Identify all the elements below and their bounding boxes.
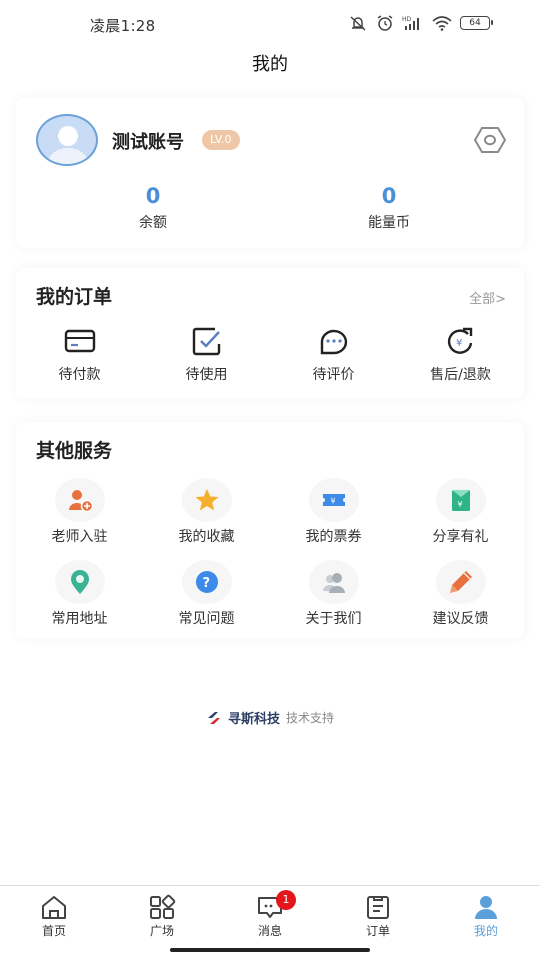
energy-coin-value: 0: [381, 184, 397, 208]
status-bar: 凌晨1:28 HD 64: [0, 0, 540, 48]
brand-logo-icon: [207, 711, 220, 724]
services-card: 其他服务 老师入驻 我的收藏 ¥ 我的票券 ¥ 分享有礼 常用地址 ? 常见问题…: [16, 422, 524, 638]
service-faq[interactable]: ? 常见问题: [143, 560, 270, 628]
group-icon: [322, 573, 345, 593]
service-label: 分享有礼: [432, 529, 489, 545]
settings-icon[interactable]: [474, 126, 506, 154]
tech-support: 寻斯科技 技术支持: [0, 708, 540, 727]
tab-mine[interactable]: 我的: [432, 886, 540, 946]
svg-text:?: ?: [202, 576, 210, 591]
add-user-icon: [68, 490, 93, 513]
home-icon: [42, 896, 66, 919]
avatar[interactable]: [36, 114, 98, 166]
apps-grid-icon: [150, 894, 176, 919]
status-icons: HD 64: [348, 15, 493, 31]
svg-text:HD: HD: [402, 16, 412, 23]
status-time: 凌晨1:28: [90, 17, 156, 35]
support-text: 技术支持: [286, 711, 335, 725]
location-pin-icon: [70, 570, 89, 594]
ticket-icon: ¥: [322, 494, 345, 506]
energy-coin-label: 能量币: [368, 215, 410, 231]
battery-icon: 64: [460, 16, 493, 30]
order-label: 待评价: [312, 367, 355, 383]
page-title: 我的: [252, 54, 288, 75]
order-pending-payment[interactable]: 待付款: [16, 326, 143, 384]
services-title: 其他服务: [36, 440, 113, 462]
order-pending-review[interactable]: 待评价: [270, 326, 397, 384]
unread-badge: 1: [276, 890, 296, 910]
service-label: 常用地址: [51, 611, 108, 627]
tab-orders[interactable]: 订单: [324, 886, 432, 946]
tab-home[interactable]: 首页: [0, 886, 108, 946]
orders-card: 我的订单 全部> 待付款 待使用 待评价 ¥ 售后/退款: [16, 268, 524, 398]
order-label: 待使用: [185, 367, 228, 383]
user-icon: [475, 896, 497, 919]
svg-text:¥: ¥: [330, 497, 335, 506]
refund-icon: ¥: [447, 327, 472, 354]
pencil-icon: [449, 571, 472, 593]
service-feedback[interactable]: 建议反馈: [397, 560, 524, 628]
question-icon: ?: [195, 571, 218, 593]
order-label: 售后/退款: [430, 367, 491, 383]
tab-label: 消息: [257, 924, 282, 938]
service-label: 老师入驻: [51, 529, 108, 545]
profile-card: 测试账号 LV.0 0 余额 0 能量币: [16, 98, 524, 248]
service-label: 常见问题: [178, 611, 235, 627]
chat-bubble-icon: [320, 329, 347, 355]
service-teacher-join[interactable]: 老师入驻: [16, 478, 143, 546]
energy-coin-stat[interactable]: 0 能量币: [329, 184, 449, 232]
service-label: 我的票券: [305, 529, 362, 545]
bottom-tab-bar: 首页 广场 1 消息 订单 我的: [0, 885, 540, 960]
orders-title: 我的订单: [36, 286, 113, 308]
balance-stat[interactable]: 0 余额: [93, 184, 213, 232]
service-favorites[interactable]: 我的收藏: [143, 478, 270, 546]
brand-name: 寻斯科技: [227, 712, 280, 727]
level-badge: LV.0: [202, 130, 240, 150]
card-icon: [64, 329, 95, 353]
tab-label: 订单: [365, 924, 390, 938]
service-label: 关于我们: [305, 611, 362, 627]
clipboard-icon: [367, 896, 389, 919]
star-icon: [195, 489, 218, 511]
svg-text:¥: ¥: [457, 500, 462, 509]
balance-value: 0: [145, 184, 161, 208]
tab-label: 广场: [149, 924, 174, 938]
check-square-icon: [192, 327, 220, 356]
balance-label: 余额: [139, 215, 167, 231]
order-after-sales[interactable]: ¥ 售后/退款: [397, 326, 524, 384]
red-envelope-icon: ¥: [451, 490, 470, 511]
wifi-icon: [432, 15, 452, 31]
mute-bell-icon: [348, 15, 368, 31]
tab-label: 我的: [473, 924, 498, 938]
home-indicator[interactable]: [170, 948, 370, 952]
view-all-orders-link[interactable]: 全部>: [469, 288, 506, 307]
order-label: 待付款: [58, 367, 101, 383]
alarm-icon: [376, 15, 394, 31]
tab-plaza[interactable]: 广场: [108, 886, 216, 946]
service-addresses[interactable]: 常用地址: [16, 560, 143, 628]
service-share-gift[interactable]: ¥ 分享有礼: [397, 478, 524, 546]
service-label: 建议反馈: [432, 611, 489, 627]
tab-label: 首页: [41, 924, 66, 938]
order-pending-use[interactable]: 待使用: [143, 326, 270, 384]
service-tickets[interactable]: ¥ 我的票券: [270, 478, 397, 546]
svg-text:¥: ¥: [456, 338, 462, 349]
service-label: 我的收藏: [178, 529, 235, 545]
signal-icon: HD: [402, 15, 424, 31]
username[interactable]: 测试账号: [112, 128, 184, 154]
service-about-us[interactable]: 关于我们: [270, 560, 397, 628]
tab-messages[interactable]: 1 消息: [216, 886, 324, 946]
